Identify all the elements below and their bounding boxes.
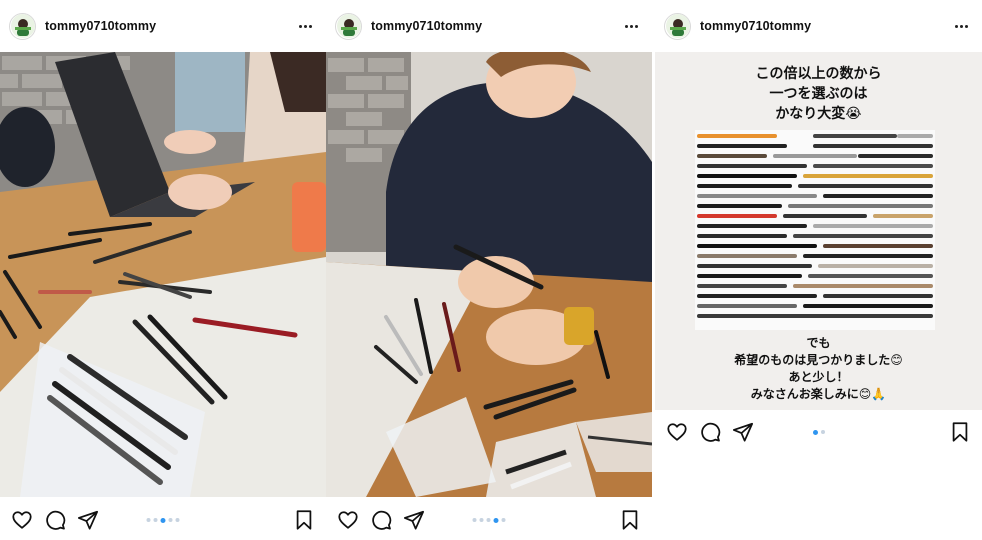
- carousel-indicator: [146, 517, 180, 523]
- avatar-image: [336, 14, 361, 38]
- comment-icon[interactable]: [369, 508, 393, 532]
- post-actions: [0, 500, 326, 540]
- bookmark-icon[interactable]: [618, 508, 642, 532]
- eyebrow-pencils-collage: [695, 130, 935, 330]
- comment-icon[interactable]: [698, 420, 722, 444]
- caption-line: でも: [806, 336, 831, 350]
- post-card: tommy0710tommy: [326, 0, 652, 540]
- caption-line: 一つを選ぶのは: [769, 86, 868, 102]
- avatar[interactable]: [9, 12, 36, 40]
- username[interactable]: tommy0710tommy: [45, 19, 156, 33]
- avatar-image: [665, 14, 690, 38]
- pencils-collage-icon: [695, 130, 935, 330]
- photo-man-holding-pencil-icon: [326, 52, 652, 497]
- post-photo[interactable]: [326, 52, 652, 497]
- caption-line: みなさんお楽しみに😊🙏: [750, 387, 887, 401]
- post-actions: [655, 412, 982, 452]
- comment-icon[interactable]: [43, 508, 67, 532]
- caption-line: かなり大変😭: [775, 106, 862, 122]
- overlay-caption-top: この倍以上の数から 一つを選ぶのは かなり大変😭: [655, 64, 982, 124]
- more-options-icon[interactable]: [294, 18, 316, 34]
- caption-line: あと少し！: [788, 370, 849, 384]
- carousel-indicator: [812, 429, 825, 435]
- post-card: tommy0710tommy: [0, 0, 326, 540]
- username[interactable]: tommy0710tommy: [700, 19, 811, 33]
- heart-icon[interactable]: [665, 420, 689, 444]
- carousel-indicator: [472, 517, 506, 523]
- post-header: tommy0710tommy: [0, 0, 326, 52]
- share-icon[interactable]: [731, 420, 755, 444]
- post-header: tommy0710tommy: [326, 0, 652, 52]
- post-photo[interactable]: この倍以上の数から 一つを選ぶのは かなり大変😭 でも 希望のものは見つかりまし…: [655, 52, 982, 410]
- share-icon[interactable]: [402, 508, 426, 532]
- username[interactable]: tommy0710tommy: [371, 19, 482, 33]
- share-icon[interactable]: [76, 508, 100, 532]
- post-photo[interactable]: [0, 52, 326, 497]
- caption-line: 希望のものは見つかりました😊: [734, 353, 903, 367]
- avatar[interactable]: [335, 12, 362, 40]
- photo-people-at-table-icon: [0, 52, 326, 497]
- heart-icon[interactable]: [336, 508, 360, 532]
- avatar-image: [10, 14, 35, 38]
- avatar[interactable]: [664, 12, 691, 40]
- bookmark-icon[interactable]: [292, 508, 316, 532]
- more-options-icon[interactable]: [950, 18, 972, 34]
- heart-icon[interactable]: [10, 508, 34, 532]
- post-header: tommy0710tommy: [655, 0, 982, 52]
- bookmark-icon[interactable]: [948, 420, 972, 444]
- overlay-caption-bottom: でも 希望のものは見つかりました😊 あと少し！ みなさんお楽しみに😊🙏: [655, 335, 982, 403]
- post-card: tommy0710tommy この倍以上の数から 一つを選ぶのは かなり大変😭: [655, 0, 982, 460]
- post-actions: [326, 500, 652, 540]
- more-options-icon[interactable]: [620, 18, 642, 34]
- caption-line: この倍以上の数から: [755, 66, 882, 82]
